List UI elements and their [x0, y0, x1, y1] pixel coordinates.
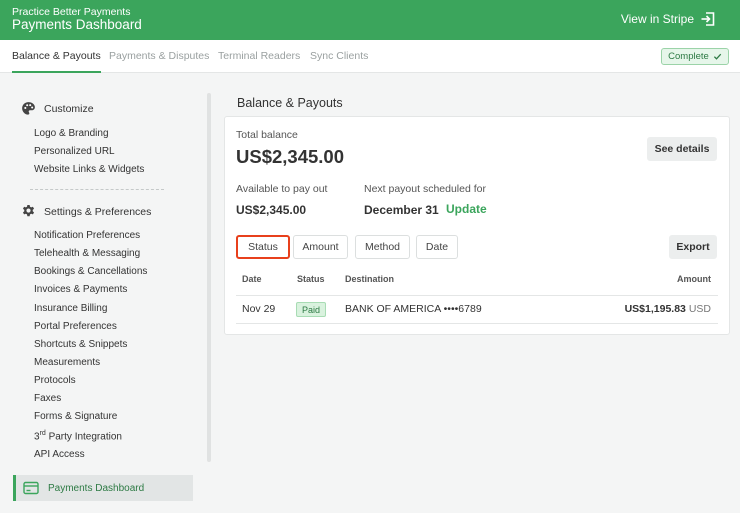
page-title: Payments Dashboard — [12, 17, 142, 32]
payments-dashboard-label: Payments Dashboard — [48, 482, 145, 494]
status-badge-label: Complete — [668, 51, 709, 62]
section-title: Balance & Payouts — [237, 96, 343, 110]
palette-icon — [22, 102, 35, 115]
sidebar-item-invoices-payments[interactable]: Invoices & Payments — [34, 284, 127, 295]
column-header-status: Status — [297, 274, 325, 284]
method-filter-button[interactable]: Method — [355, 235, 410, 259]
status-badge: Complete — [661, 48, 729, 65]
top-bar: Practice Better Payments Payments Dashbo… — [0, 0, 740, 40]
export-button[interactable]: Export — [669, 235, 717, 259]
update-link[interactable]: Update — [446, 202, 487, 216]
sidebar-divider — [30, 189, 164, 190]
total-balance-label: Total balance — [236, 129, 298, 141]
sidebar-item-forms-signature[interactable]: Forms & Signature — [34, 411, 117, 422]
customize-label: Customize — [44, 102, 94, 115]
column-header-date: Date — [242, 274, 262, 284]
sidebar-item-notification-preferences[interactable]: Notification Preferences — [34, 230, 140, 241]
settings-label: Settings & Preferences — [44, 205, 152, 218]
table-row-divider — [236, 323, 718, 324]
column-header-amount: Amount — [677, 274, 711, 284]
sidebar-item-bookings-cancellations[interactable]: Bookings & Cancellations — [34, 266, 147, 277]
tab-sync-clients[interactable]: Sync Clients — [310, 40, 368, 73]
sidebar-item-faxes[interactable]: Faxes — [34, 393, 61, 404]
available-payout-label: Available to pay out — [236, 183, 328, 195]
sidebar-scrollbar[interactable] — [207, 93, 211, 462]
sidebar-item-payments-dashboard[interactable]: Payments Dashboard — [13, 475, 193, 501]
view-in-stripe-button[interactable]: View in Stripe — [621, 11, 716, 27]
sidebar-item-api-access[interactable]: API Access — [34, 449, 85, 460]
settings-section-header: Settings & Preferences — [21, 204, 151, 219]
amount-filter-button[interactable]: Amount — [293, 235, 348, 259]
sidebar-item-logo-branding[interactable]: Logo & Branding — [34, 128, 109, 139]
available-payout-value: US$2,345.00 — [236, 203, 307, 217]
tab-terminal-readers[interactable]: Terminal Readers — [218, 40, 300, 73]
sidebar-item-telehealth-messaging[interactable]: Telehealth & Messaging — [34, 248, 140, 259]
row-date: Nov 29 — [242, 303, 276, 315]
sidebar-item-measurements[interactable]: Measurements — [34, 357, 100, 368]
customize-section-header: Customize — [21, 101, 94, 116]
sidebar-item-portal-preferences[interactable]: Portal Preferences — [34, 321, 117, 332]
date-filter-button[interactable]: Date — [416, 235, 458, 259]
next-payout-value: December 31 — [364, 203, 439, 217]
see-details-button[interactable]: See details — [647, 137, 717, 161]
sidebar-item-insurance-billing[interactable]: Insurance Billing — [34, 303, 107, 314]
tab-payments-disputes[interactable]: Payments & Disputes — [109, 40, 209, 73]
sidebar-item-third-party-integration[interactable]: 3rd Party Integration — [34, 430, 122, 442]
tab-bar: Balance & Payouts Payments & Disputes Te… — [0, 40, 740, 73]
table-header-divider — [236, 295, 718, 296]
row-amount-currency: USD — [688, 303, 711, 315]
next-payout-label: Next payout scheduled for — [364, 183, 486, 195]
sidebar-item-protocols[interactable]: Protocols — [34, 375, 76, 386]
row-amount-value: US$1,195.83 — [624, 303, 686, 315]
credit-card-icon — [23, 481, 39, 495]
row-destination: BANK OF AMERICA ••••6789 — [345, 303, 482, 315]
gear-icon — [22, 204, 35, 217]
sidebar-item-website-links[interactable]: Website Links & Widgets — [34, 164, 144, 175]
paid-status-badge: Paid — [296, 302, 326, 317]
check-icon — [713, 53, 722, 60]
sidebar-item-shortcuts-snippets[interactable]: Shortcuts & Snippets — [34, 339, 127, 350]
third-party-suffix: Party Integration — [45, 431, 122, 443]
total-balance-value: US$2,345.00 — [236, 146, 345, 167]
column-header-destination: Destination — [345, 274, 395, 284]
sidebar-item-personalized-url[interactable]: Personalized URL — [34, 146, 115, 157]
tab-balance-payouts[interactable]: Balance & Payouts — [12, 40, 101, 73]
status-filter-button[interactable]: Status — [236, 235, 290, 259]
row-amount: US$1,195.83 USD — [625, 303, 711, 315]
external-login-icon — [701, 12, 715, 26]
view-in-stripe-label: View in Stripe — [620, 12, 694, 26]
